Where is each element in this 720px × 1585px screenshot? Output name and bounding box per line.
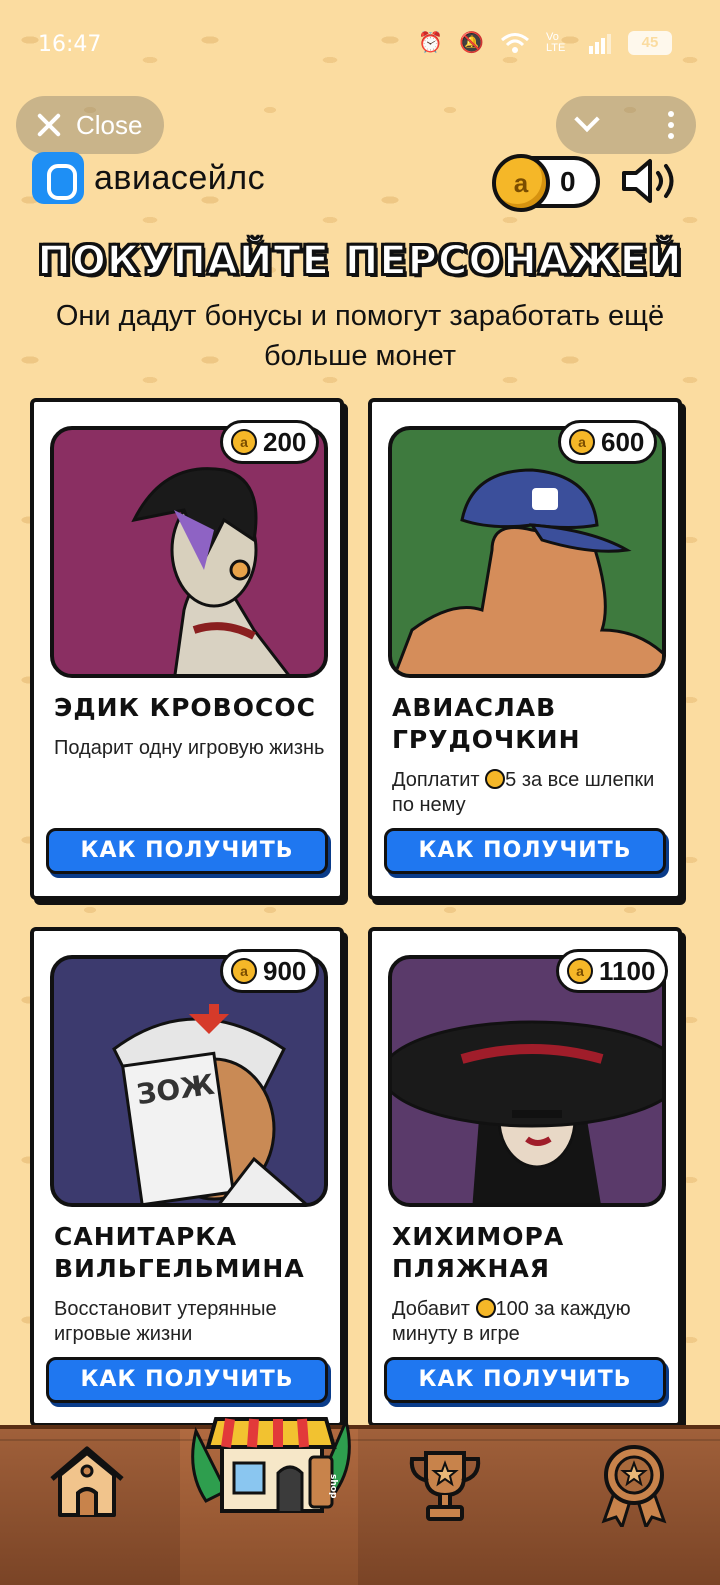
battery-icon: 45 xyxy=(628,30,672,55)
status-time: 16:47 xyxy=(38,32,102,57)
character-name: АВИАСЛАВ ГРУДОЧКИН xyxy=(392,693,581,754)
character-card[interactable]: ЗОЖ a 900 САНИТАРКА ВИЛЬГЕЛЬМИНА Восстан… xyxy=(30,927,344,1427)
character-illustration: ЗОЖ xyxy=(112,1004,308,1203)
brand: авиасейлс xyxy=(32,152,265,204)
aviasales-logo-icon xyxy=(32,152,84,204)
price-tag: a 200 xyxy=(220,420,320,464)
character-description: Доплатит 5 за все шлепки по нему xyxy=(392,768,672,818)
character-name: ЭДИК КРОВОСОС xyxy=(54,693,316,722)
sound-icon[interactable] xyxy=(620,156,682,206)
shop-sign-text: shop xyxy=(328,1474,338,1499)
coin-balance: a 0 xyxy=(492,154,600,212)
trophy-icon[interactable] xyxy=(404,1447,486,1525)
coin-icon: a xyxy=(231,429,257,455)
network-label: Vo LTE xyxy=(546,30,566,54)
mute-icon: 🔕 xyxy=(459,32,484,54)
signal-icon xyxy=(589,33,611,54)
coin-icon: a xyxy=(492,154,550,212)
coin-icon xyxy=(485,769,506,789)
price-tag: a 1100 xyxy=(556,949,669,993)
close-label: Close xyxy=(76,109,143,140)
description-text: Добавит xyxy=(392,1298,470,1320)
character-card[interactable]: a 600 АВИАСЛАВ ГРУДОЧКИН Доплатит 5 за в… xyxy=(368,398,682,900)
character-card[interactable]: a 1100 ХИХИМОРА ПЛЯЖНАЯ Добавит 100 за к… xyxy=(368,927,682,1427)
coin-icon: a xyxy=(231,958,257,984)
character-illustration xyxy=(392,1020,662,1203)
page-subtitle: Они дадут бонусы и помогут заработать ещ… xyxy=(55,300,665,372)
character-description: Восстановит утерянные игровые жизни xyxy=(54,1298,277,1345)
price-value: 1100 xyxy=(599,955,656,986)
status-icons: ⏰ 🔕 Vo LTE 45 xyxy=(418,30,672,55)
close-button[interactable]: Close xyxy=(16,96,164,154)
shop-icon[interactable]: shop xyxy=(186,1391,356,1523)
price-value: 900 xyxy=(263,955,307,986)
close-icon xyxy=(36,112,62,138)
character-description: Подарит одну игровую жизнь xyxy=(54,737,325,759)
character-name: САНИТАРКА ВИЛЬГЕЛЬМИНА xyxy=(54,1222,305,1283)
price-value: 200 xyxy=(263,426,307,457)
character-description: Добавит 100 за каждую минуту в игре xyxy=(392,1297,672,1347)
price-value: 600 xyxy=(601,426,645,457)
chevron-down-icon[interactable] xyxy=(574,106,600,133)
how-to-get-button[interactable]: КАК ПОЛУЧИТЬ xyxy=(384,1357,666,1403)
coin-icon: a xyxy=(567,958,593,984)
more-menu-icon[interactable] xyxy=(668,111,674,139)
medal-icon[interactable] xyxy=(594,1441,674,1527)
alarm-icon: ⏰ xyxy=(418,32,444,54)
home-icon[interactable] xyxy=(44,1441,130,1521)
price-tag: a 600 xyxy=(558,420,658,464)
coin-balance-value: 0 xyxy=(560,166,576,197)
coin-icon xyxy=(475,1298,496,1318)
brand-name: авиасейлс xyxy=(94,158,266,197)
description-text: Доплатит xyxy=(392,769,480,791)
character-name: ХИХИМОРА ПЛЯЖНАЯ xyxy=(392,1222,565,1283)
coin-icon: a xyxy=(569,429,595,455)
character-illustration xyxy=(131,467,290,674)
wifi-icon xyxy=(501,32,529,53)
menu-pill xyxy=(556,96,696,154)
character-card[interactable]: a 200 ЭДИК КРОВОСОС Подарит одну игровую… xyxy=(30,398,344,900)
how-to-get-button[interactable]: КАК ПОЛУЧИТЬ xyxy=(384,828,666,874)
how-to-get-button[interactable]: КАК ПОЛУЧИТЬ xyxy=(46,828,328,874)
character-illustration xyxy=(393,468,662,674)
status-bar: 16:47 ⏰ 🔕 Vo LTE 45 xyxy=(0,0,720,90)
price-tag: a 900 xyxy=(220,949,320,993)
page-title: ПОКУПАЙТЕ ПЕРСОНАЖЕЙ xyxy=(36,237,683,285)
bottom-nav: shop xyxy=(0,1416,720,1585)
